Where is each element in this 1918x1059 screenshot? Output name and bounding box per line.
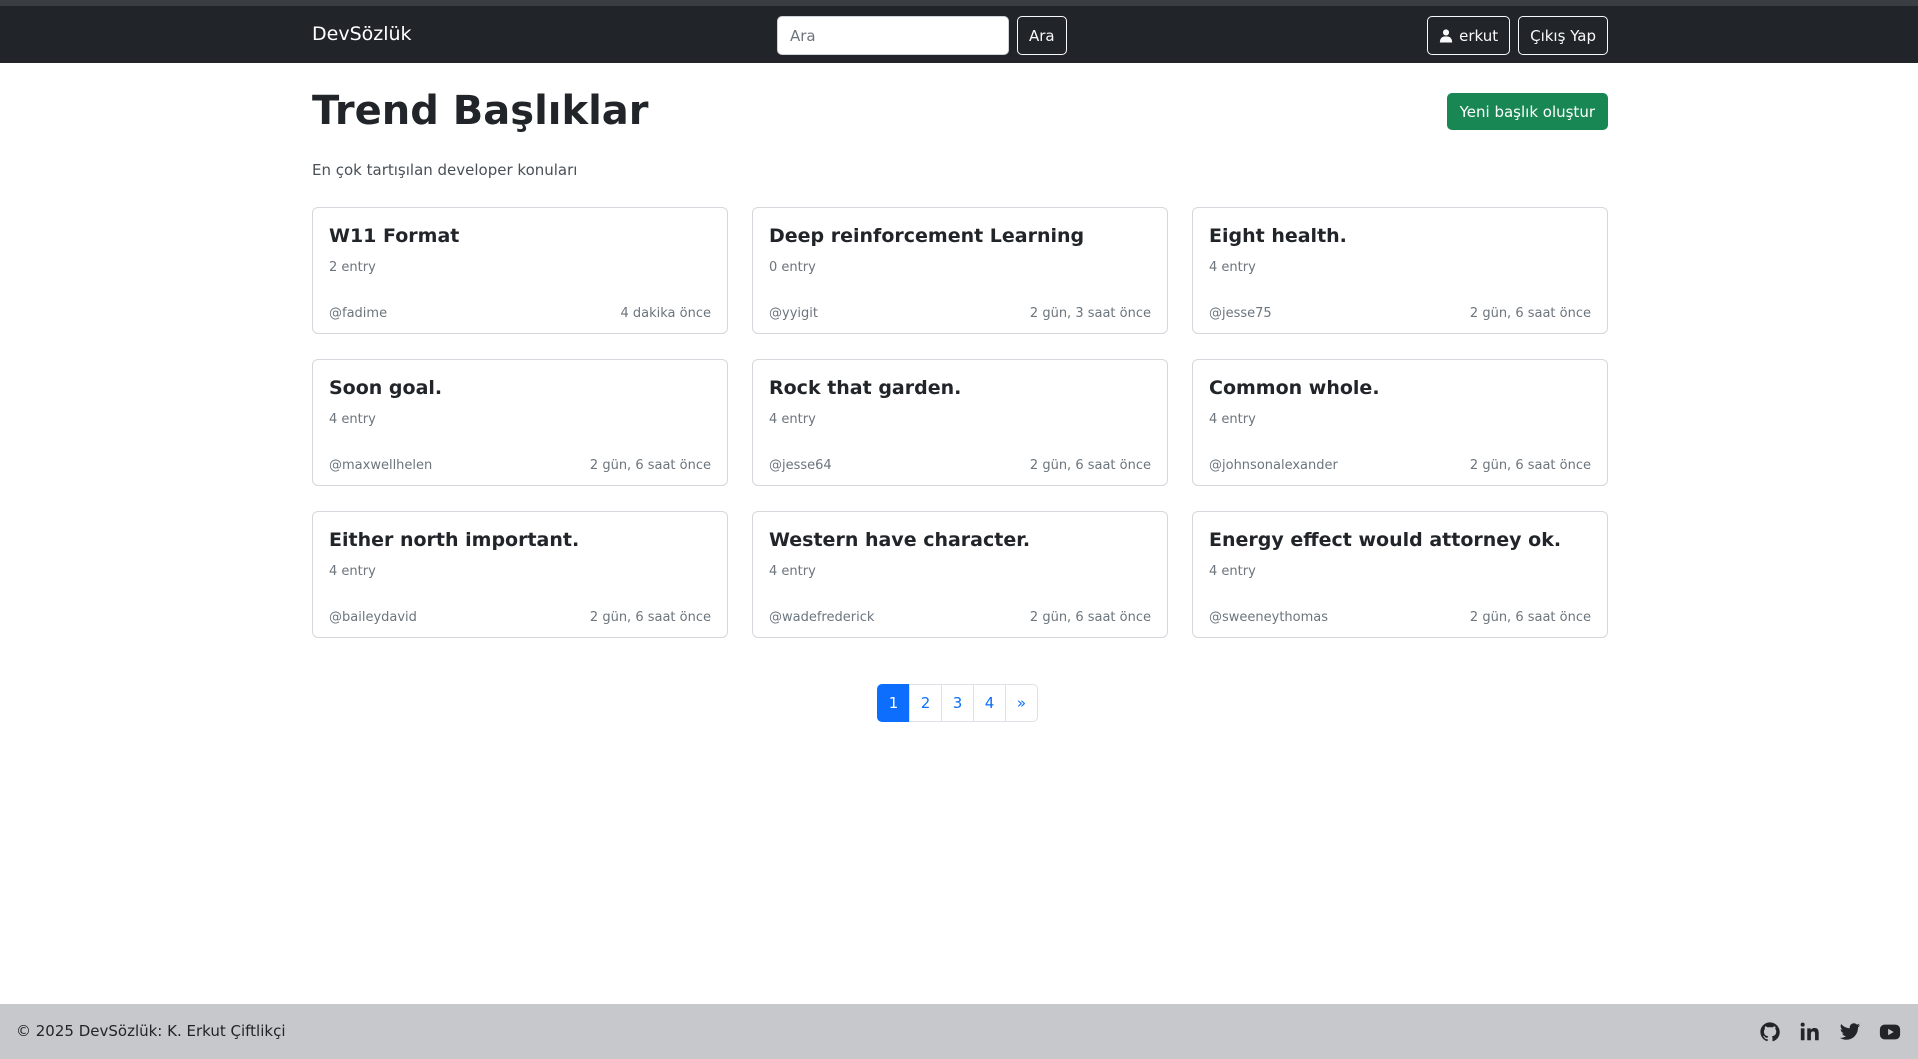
topic-author[interactable]: @jesse64 [769, 458, 832, 473]
topic-card[interactable]: Western have character. 4 entry @wadefre… [752, 511, 1168, 638]
social-links [1758, 1021, 1902, 1043]
page-next-button[interactable]: » [1005, 684, 1038, 722]
topic-entry-count: 4 entry [1209, 564, 1256, 579]
navbar: DevSözlük Ara erkut Çıkış Yap [0, 6, 1918, 63]
search-input[interactable] [777, 16, 1009, 55]
topic-entry-count: 4 entry [1209, 260, 1256, 275]
topic-title[interactable]: Soon goal. [329, 377, 442, 399]
search-form: Ara [777, 16, 1067, 55]
topic-grid: W11 Format 2 entry @fadime 4 dakika önce… [312, 207, 1608, 638]
topic-author[interactable]: @yyigit [769, 306, 818, 321]
linkedin-icon[interactable] [1798, 1021, 1822, 1043]
topic-title[interactable]: Common whole. [1209, 377, 1380, 399]
topic-entry-count: 2 entry [329, 260, 376, 275]
topic-card[interactable]: W11 Format 2 entry @fadime 4 dakika önce [312, 207, 728, 334]
youtube-icon[interactable] [1878, 1021, 1902, 1043]
logout-button[interactable]: Çıkış Yap [1518, 16, 1608, 55]
username-label: erkut [1459, 26, 1499, 45]
footer-copyright: © 2025 DevSözlük: K. Erkut Çiftlikçi [16, 1022, 286, 1040]
new-topic-button[interactable]: Yeni başlık oluştur [1446, 93, 1608, 130]
topic-title[interactable]: Energy effect would attorney ok. [1209, 529, 1561, 551]
page-link-1[interactable]: 1 [877, 684, 910, 722]
page-link-3[interactable]: 3 [941, 684, 974, 722]
page-title: Trend Başlıklar [312, 88, 649, 134]
topic-time: 2 gün, 6 saat önce [589, 458, 711, 473]
pagination: 1 2 3 4 » [877, 684, 1038, 722]
topic-author[interactable]: @sweeneythomas [1209, 610, 1328, 625]
topic-time: 2 gün, 6 saat önce [1469, 610, 1591, 625]
topic-author[interactable]: @maxwellhelen [329, 458, 432, 473]
topic-author[interactable]: @wadefrederick [769, 610, 874, 625]
topic-title[interactable]: Deep reinforcement Learning [769, 225, 1084, 247]
topic-time: 2 gün, 6 saat önce [1029, 458, 1151, 473]
topic-card[interactable]: Common whole. 4 entry @johnsonalexander … [1192, 359, 1608, 486]
topic-time: 2 gün, 6 saat önce [1469, 306, 1591, 321]
topic-author[interactable]: @jesse75 [1209, 306, 1272, 321]
topic-entry-count: 4 entry [329, 564, 376, 579]
page-link-2[interactable]: 2 [909, 684, 942, 722]
topic-card[interactable]: Eight health. 4 entry @jesse75 2 gün, 6 … [1192, 207, 1608, 334]
user-icon [1439, 29, 1453, 43]
profile-button[interactable]: erkut [1427, 16, 1511, 55]
topic-time: 4 dakika önce [620, 306, 712, 321]
topic-card[interactable]: Rock that garden. 4 entry @jesse64 2 gün… [752, 359, 1168, 486]
user-actions: erkut Çıkış Yap [1427, 16, 1608, 55]
footer: © 2025 DevSözlük: K. Erkut Çiftlikçi [0, 1004, 1918, 1059]
topic-card[interactable]: Energy effect would attorney ok. 4 entry… [1192, 511, 1608, 638]
topic-title[interactable]: Eight health. [1209, 225, 1347, 247]
topic-card[interactable]: Deep reinforcement Learning 0 entry @yyi… [752, 207, 1168, 334]
topic-entry-count: 4 entry [1209, 412, 1256, 427]
topic-card[interactable]: Soon goal. 4 entry @maxwellhelen 2 gün, … [312, 359, 728, 486]
topic-author[interactable]: @baileydavid [329, 610, 417, 625]
topic-time: 2 gün, 6 saat önce [1029, 610, 1151, 625]
topic-entry-count: 4 entry [769, 564, 816, 579]
topic-title[interactable]: Either north important. [329, 529, 579, 551]
topic-entry-count: 4 entry [769, 412, 816, 427]
search-button[interactable]: Ara [1017, 16, 1067, 55]
twitter-icon[interactable] [1838, 1021, 1862, 1043]
page-link-4[interactable]: 4 [973, 684, 1006, 722]
topic-entry-count: 4 entry [329, 412, 376, 427]
topic-author[interactable]: @johnsonalexander [1209, 458, 1338, 473]
topic-time: 2 gün, 3 saat önce [1029, 306, 1151, 321]
topic-time: 2 gün, 6 saat önce [589, 610, 711, 625]
brand-link[interactable]: DevSözlük [312, 23, 412, 45]
topic-card[interactable]: Either north important. 4 entry @baileyd… [312, 511, 728, 638]
topic-title[interactable]: Rock that garden. [769, 377, 961, 399]
github-icon[interactable] [1758, 1021, 1782, 1043]
topic-entry-count: 0 entry [769, 260, 816, 275]
topic-author[interactable]: @fadime [329, 306, 387, 321]
topic-title[interactable]: Western have character. [769, 529, 1030, 551]
topic-title[interactable]: W11 Format [329, 225, 459, 247]
page-subtitle: En çok tartışılan developer konuları [312, 161, 578, 179]
topic-time: 2 gün, 6 saat önce [1469, 458, 1591, 473]
